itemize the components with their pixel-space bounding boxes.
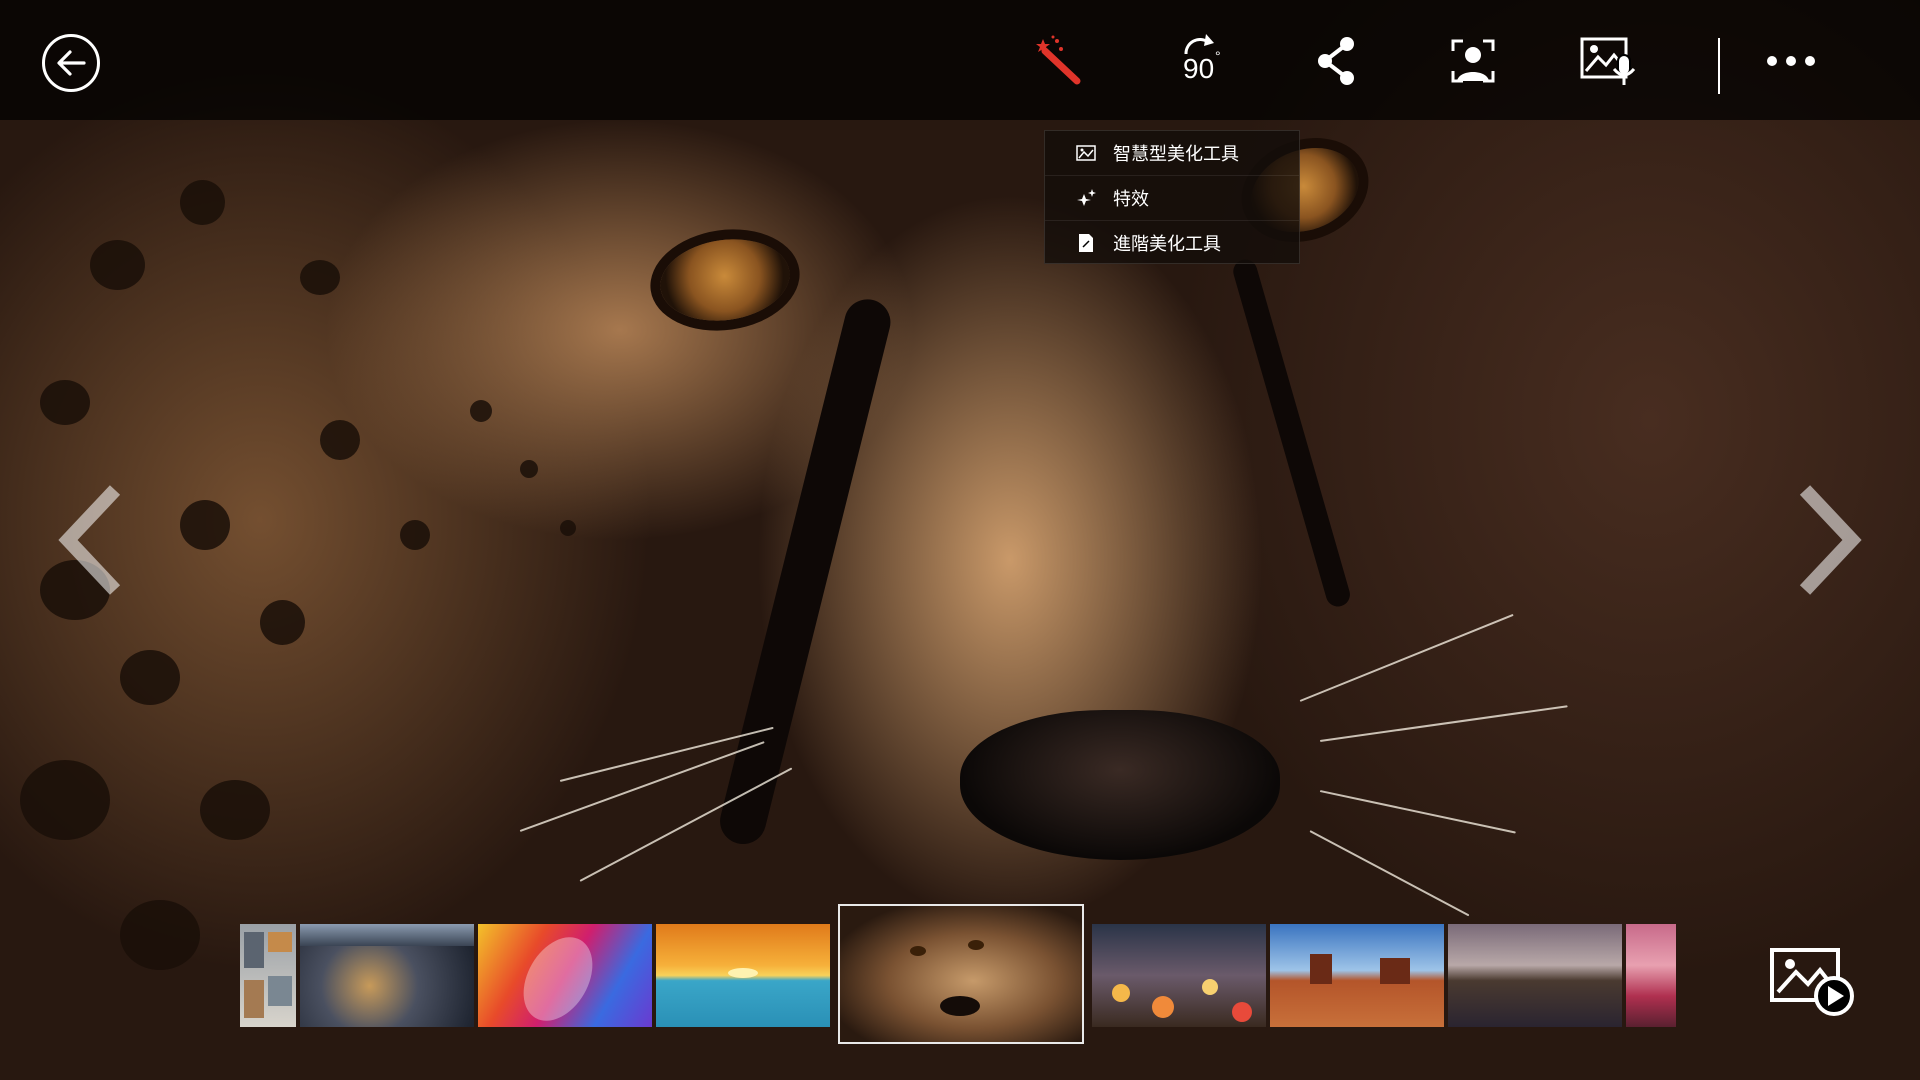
- thumbnail-collage[interactable]: [240, 924, 296, 1027]
- face-button[interactable]: [1438, 26, 1508, 96]
- menu-item-effects[interactable]: 特效: [1045, 175, 1299, 220]
- thumbnail-bokeh-lights[interactable]: [1092, 924, 1266, 1027]
- thumbnail-cheetah[interactable]: [838, 904, 1084, 1044]
- thumbnail-abstract-color[interactable]: [478, 924, 652, 1027]
- toolbar-divider: [1718, 38, 1720, 94]
- share-button[interactable]: [1302, 26, 1372, 96]
- face-recognition-icon: [1451, 39, 1495, 83]
- slideshow-button[interactable]: [1768, 946, 1858, 1016]
- photo-enhance-icon: [1075, 142, 1097, 164]
- top-toolbar: 90 °: [0, 0, 1920, 120]
- slideshow-play-icon: [1770, 948, 1854, 1016]
- menu-item-smart-enhance[interactable]: 智慧型美化工具: [1045, 131, 1299, 175]
- menu-item-label: 進階美化工具: [1113, 234, 1221, 255]
- thumbnail-lake-dusk[interactable]: [1448, 924, 1622, 1027]
- rotate-degree-unit: °: [1215, 48, 1221, 64]
- enhance-button[interactable]: [1024, 26, 1094, 96]
- magic-wand-icon: [1036, 35, 1081, 85]
- arrow-left-circle-icon: [57, 50, 86, 76]
- menu-item-label: 智慧型美化工具: [1113, 144, 1239, 165]
- sparkle-icon: [1075, 187, 1097, 209]
- document-edit-icon: [1075, 232, 1097, 254]
- thumbnail-monument-valley[interactable]: [1270, 924, 1444, 1027]
- thumbnail-tulips[interactable]: [1626, 924, 1676, 1027]
- photo-voice-icon: [1580, 37, 1636, 85]
- menu-item-label: 特效: [1113, 189, 1149, 210]
- voice-note-button[interactable]: [1574, 26, 1644, 96]
- more-icon: [1767, 56, 1815, 66]
- next-photo-button[interactable]: [1790, 480, 1870, 600]
- share-icon: [1318, 37, 1354, 85]
- enhance-menu: 智慧型美化工具 特效 進階美化工具: [1044, 130, 1300, 264]
- rotate-label: 90: [1183, 53, 1215, 84]
- rotate-button[interactable]: 90 °: [1164, 26, 1234, 96]
- filmstrip: [240, 902, 1676, 1044]
- back-button[interactable]: [42, 34, 100, 92]
- thumbnail-sunset-sea[interactable]: [656, 924, 830, 1027]
- chevron-right-icon: [1799, 485, 1862, 595]
- previous-photo-button[interactable]: [50, 480, 130, 600]
- more-button[interactable]: [1756, 26, 1826, 96]
- thumbnail-city-aerial-night[interactable]: [300, 924, 474, 1027]
- menu-item-advanced-enhance[interactable]: 進階美化工具: [1045, 220, 1299, 265]
- chevron-left-icon: [58, 485, 121, 595]
